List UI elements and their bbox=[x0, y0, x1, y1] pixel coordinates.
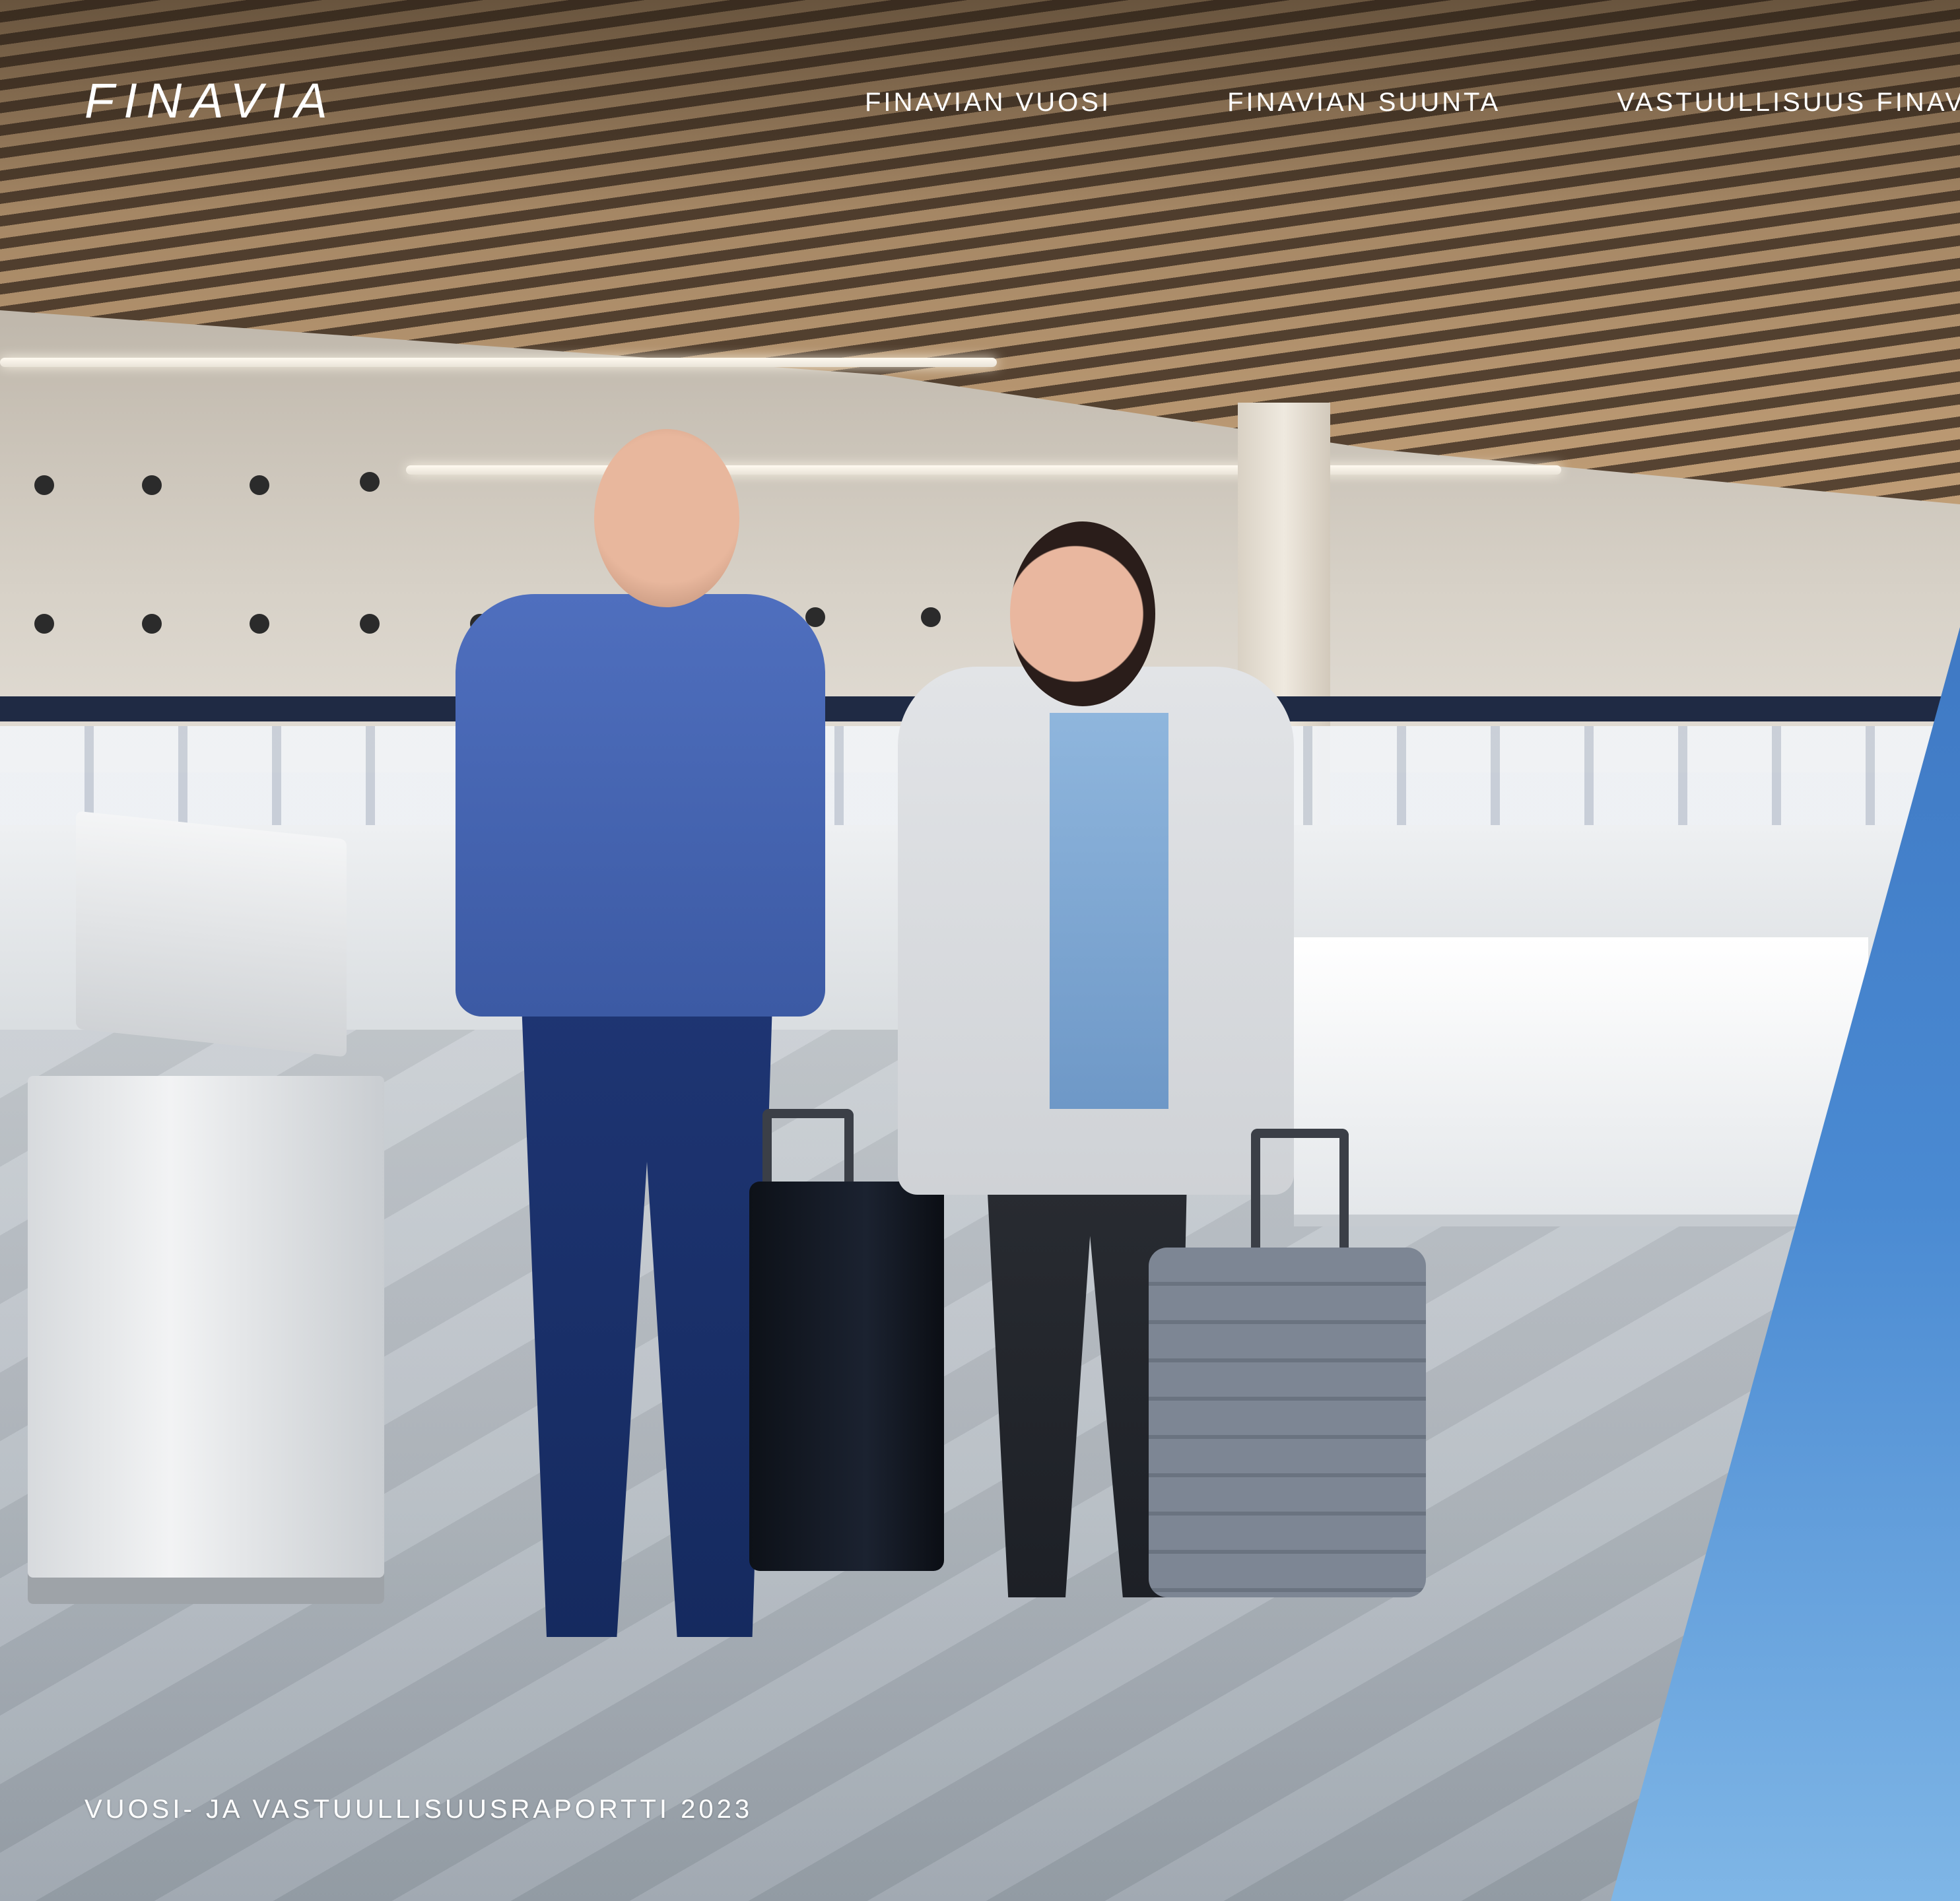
wall-light bbox=[250, 475, 269, 495]
service-desk bbox=[1294, 937, 1868, 1226]
nav-item-finavian-vuosi[interactable]: FINAVIAN VUOSI bbox=[865, 86, 1111, 119]
wall-light bbox=[34, 475, 54, 495]
wall-light bbox=[142, 475, 162, 495]
kiosk-body bbox=[28, 1076, 384, 1604]
report-title: VUOSI- JA VASTUULLISUUSRAPORTTI 2023 bbox=[84, 1795, 753, 1824]
suitcase-handle bbox=[1251, 1129, 1349, 1263]
wall-light bbox=[921, 607, 941, 627]
finavia-logo[interactable]: FINAVIA bbox=[84, 71, 337, 131]
nav-item-vastuullisuus[interactable]: VASTUULLISUUS FINAVIA bbox=[1617, 86, 1960, 119]
main-nav: FINAVIAN VUOSI FINAVIAN SUUNTA VASTUULLI… bbox=[865, 86, 1960, 119]
woman-shirt bbox=[1050, 713, 1168, 1109]
ceiling-light bbox=[0, 358, 997, 367]
hero-image bbox=[0, 0, 1960, 1901]
man-head bbox=[594, 429, 739, 607]
wall-light bbox=[360, 614, 380, 634]
grey-suitcase bbox=[1149, 1248, 1426, 1597]
wall-light bbox=[360, 472, 380, 492]
site-header: FINAVIA FINAVIAN VUOSI FINAVIAN SUUNTA V… bbox=[0, 0, 1960, 211]
woman-head bbox=[1010, 521, 1155, 706]
wall-light bbox=[250, 614, 269, 634]
ceiling-light bbox=[406, 465, 1561, 475]
kiosk-screen bbox=[76, 811, 347, 1057]
man-torso bbox=[456, 594, 825, 1017]
black-suitcase bbox=[749, 1182, 944, 1571]
wall-light bbox=[142, 614, 162, 634]
nav-item-finavian-suunta[interactable]: FINAVIAN SUUNTA bbox=[1227, 86, 1501, 119]
wall-light bbox=[34, 614, 54, 634]
